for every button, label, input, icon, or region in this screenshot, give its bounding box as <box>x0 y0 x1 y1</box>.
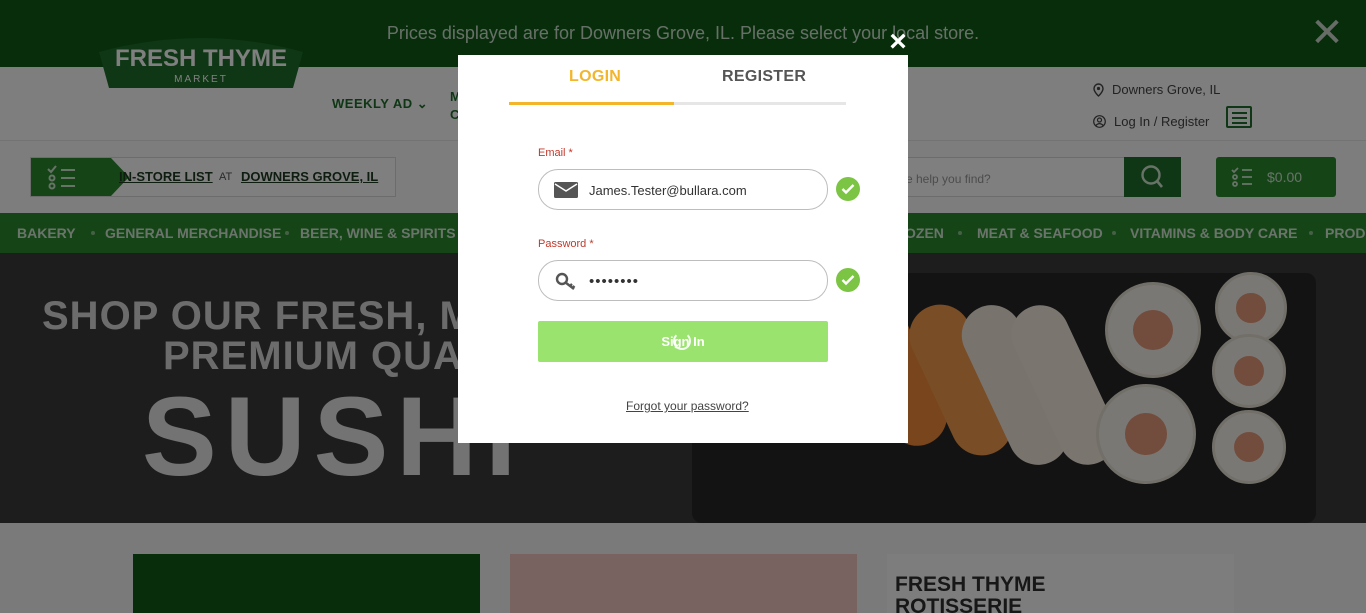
email-input[interactable] <box>589 181 819 199</box>
tab-active-indicator <box>509 102 674 105</box>
password-input[interactable] <box>589 272 819 290</box>
close-icon[interactable]: × <box>884 27 912 57</box>
email-valid-check-icon <box>836 177 860 201</box>
loading-spinner-icon <box>673 332 691 350</box>
password-label: Password * <box>538 238 594 250</box>
login-modal <box>458 55 908 443</box>
email-label: Email * <box>538 147 573 159</box>
key-icon <box>555 272 576 290</box>
envelope-icon <box>554 182 578 198</box>
tab-register[interactable]: REGISTER <box>722 68 806 86</box>
password-valid-check-icon <box>836 268 860 292</box>
tab-login[interactable]: LOGIN <box>569 68 621 86</box>
password-field[interactable] <box>538 260 828 301</box>
forgot-password-link[interactable]: Forgot your password? <box>626 399 749 413</box>
email-field[interactable] <box>538 169 828 210</box>
